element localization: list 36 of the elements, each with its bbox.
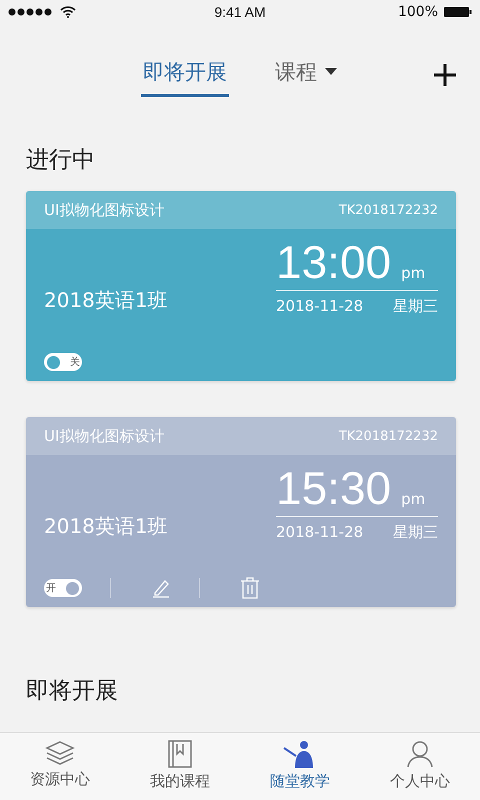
status-time: 9:41 AM [214, 4, 266, 20]
section-title: 进行中 [25, 146, 96, 175]
toggle-switch[interactable]: 关 [44, 353, 82, 371]
edit-icon[interactable] [151, 578, 171, 598]
tab-bar-item[interactable]: 随堂教学 [250, 739, 350, 800]
course-name: UI拟物化图标设计 [44, 200, 164, 220]
tab-bar-item[interactable]: 我的课程 [130, 739, 230, 800]
caret-icon [325, 68, 337, 75]
time-period: pm [401, 264, 426, 282]
course-name: UI拟物化图标设计 [44, 426, 164, 446]
course-code: TK2018172232 [338, 428, 438, 444]
weekday: 星期三 [393, 522, 438, 542]
header-tab[interactable]: 课程 [273, 50, 339, 96]
weekday: 星期三 [393, 296, 438, 316]
signal-icon [8, 8, 54, 16]
class-name: 2018英语1班 [44, 512, 168, 540]
tab-bar-item[interactable]: 资源中心 [10, 739, 110, 800]
class-time: 15:30 [276, 463, 392, 514]
book-icon [168, 740, 192, 768]
toggle-switch[interactable]: 开 [44, 579, 82, 597]
class-date: 2018-11-28 [276, 296, 364, 316]
time-period: pm [401, 490, 426, 508]
battery-percent: 100% [398, 4, 438, 20]
add-button[interactable] [432, 62, 458, 88]
battery-icon [444, 6, 472, 18]
header-tab[interactable]: 即将开展 [141, 50, 229, 96]
section-title: 即将开展 [25, 677, 119, 706]
course-code: TK2018172232 [338, 202, 438, 218]
class-time: 13:00 [276, 237, 392, 288]
person-icon [406, 740, 434, 768]
delete-icon[interactable] [240, 577, 260, 599]
wifi-icon [60, 6, 76, 18]
tab-bar-item[interactable]: 个人中心 [370, 739, 470, 800]
class-date: 2018-11-28 [276, 522, 364, 542]
layers-icon [45, 740, 75, 766]
class-name: 2018英语1班 [44, 286, 168, 314]
